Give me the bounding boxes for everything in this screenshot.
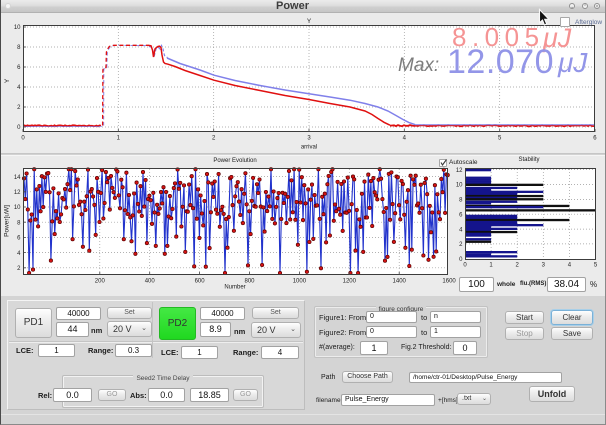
svg-text:800: 800 xyxy=(244,279,255,285)
svg-text:10: 10 xyxy=(456,183,463,189)
svg-text:1: 1 xyxy=(489,263,493,269)
svg-text:8: 8 xyxy=(459,198,463,204)
svg-text:0: 0 xyxy=(21,136,25,142)
svg-text:2: 2 xyxy=(516,263,520,269)
svg-text:1: 1 xyxy=(117,136,121,142)
svg-text:0: 0 xyxy=(17,125,21,131)
svg-text:1400: 1400 xyxy=(393,279,407,285)
svg-text:12: 12 xyxy=(456,168,463,174)
svg-text:5: 5 xyxy=(594,263,598,269)
svg-text:400: 400 xyxy=(145,279,156,285)
svg-text:200: 200 xyxy=(95,279,106,285)
svg-text:10: 10 xyxy=(14,25,21,31)
svg-text:2: 2 xyxy=(17,266,21,272)
svg-text:12: 12 xyxy=(14,190,21,196)
svg-text:1600: 1600 xyxy=(442,279,456,285)
svg-text:4: 4 xyxy=(403,136,407,142)
svg-text:2: 2 xyxy=(459,242,463,248)
svg-text:Power[uW]: Power[uW] xyxy=(4,205,11,237)
svg-text:8: 8 xyxy=(17,45,21,51)
svg-text:6: 6 xyxy=(17,236,21,242)
svg-text:4: 4 xyxy=(459,227,463,233)
svg-text:8: 8 xyxy=(17,220,21,226)
svg-text:4: 4 xyxy=(17,251,21,257)
svg-text:6: 6 xyxy=(17,65,21,71)
svg-text:4: 4 xyxy=(568,263,572,269)
svg-text:1000: 1000 xyxy=(293,279,307,285)
svg-text:3: 3 xyxy=(307,136,311,142)
svg-text:10: 10 xyxy=(14,205,21,211)
svg-text:5: 5 xyxy=(498,136,502,142)
svg-text:3: 3 xyxy=(542,263,546,269)
svg-text:Number: Number xyxy=(224,285,245,291)
svg-text:Y: Y xyxy=(4,78,11,83)
svg-text:14: 14 xyxy=(14,175,21,181)
svg-text:6: 6 xyxy=(593,136,597,142)
svg-text:6: 6 xyxy=(459,212,463,218)
svg-text:2: 2 xyxy=(212,136,216,142)
svg-text:Y: Y xyxy=(307,18,312,25)
svg-text:4: 4 xyxy=(17,85,21,91)
svg-text:600: 600 xyxy=(195,279,206,285)
svg-text:arrival: arrival xyxy=(301,145,317,151)
svg-text:0: 0 xyxy=(463,263,467,269)
svg-text:1200: 1200 xyxy=(343,279,357,285)
svg-text:2: 2 xyxy=(17,105,21,111)
